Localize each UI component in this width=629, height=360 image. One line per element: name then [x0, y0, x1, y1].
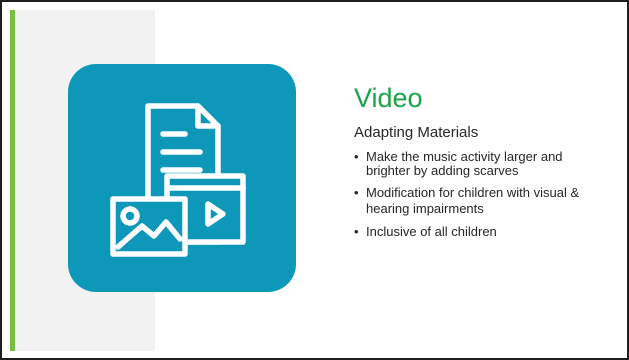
slide: Video Adapting Materials Make the music …	[0, 0, 629, 360]
slide-subtitle: Adapting Materials	[354, 124, 479, 141]
bullet-list: Make the music activity larger and brigh…	[354, 150, 604, 247]
bullet-item: Inclusive of all children	[354, 224, 604, 240]
document-image-video-icon	[110, 103, 246, 257]
slide-title: Video	[354, 83, 423, 113]
icon-tile	[68, 64, 296, 292]
bullet-item: Modification for children with visual & …	[354, 185, 604, 217]
bullet-item: Make the music activity larger and brigh…	[354, 150, 604, 178]
